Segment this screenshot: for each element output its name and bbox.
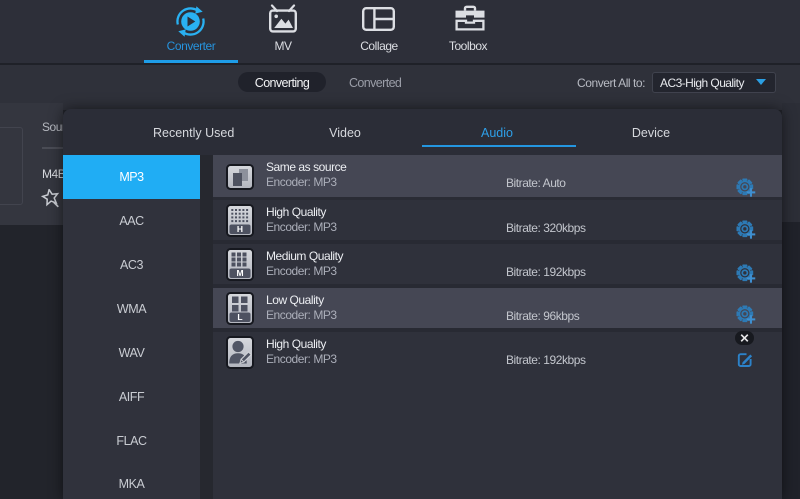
svg-text:M: M	[236, 268, 243, 278]
svg-text:H: H	[237, 224, 243, 234]
svg-text:L: L	[237, 312, 242, 322]
